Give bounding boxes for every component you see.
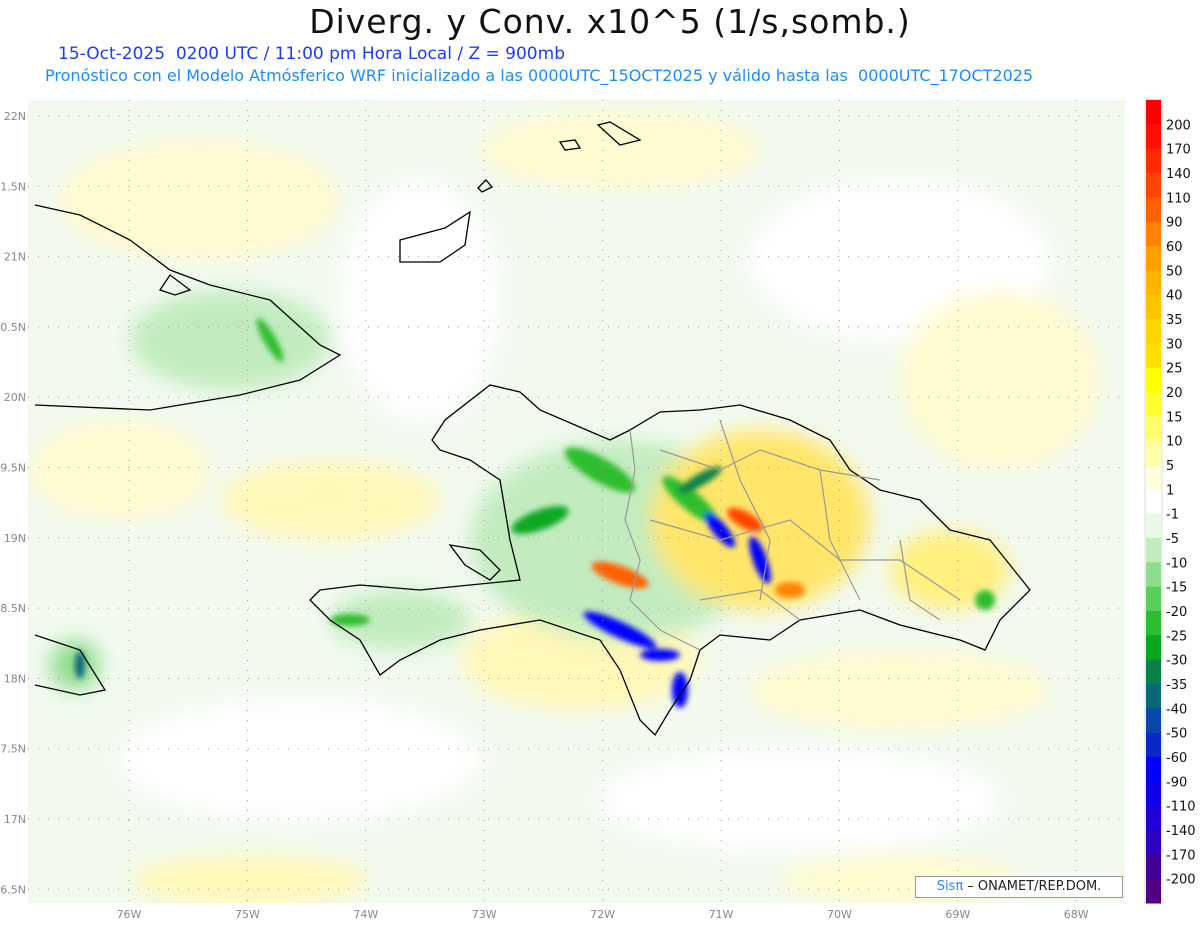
- colorbar-label: -50: [1166, 727, 1187, 742]
- colorbar-label: -20: [1166, 605, 1187, 620]
- colorbar-label: -90: [1166, 775, 1187, 790]
- colorbar-label: 40: [1166, 289, 1183, 304]
- colorbar-bin: [1146, 294, 1161, 320]
- colorbar-bin: [1146, 343, 1161, 369]
- colorbar-bin: [1146, 392, 1161, 417]
- colorbar-bin: [1146, 854, 1161, 880]
- colorbar-bin: [1146, 684, 1161, 709]
- colorbar-label: 60: [1166, 240, 1183, 255]
- colorbar-bin: [1146, 246, 1161, 271]
- colorbar-bin: [1146, 416, 1161, 442]
- credit-box: Sisπ – ONAMET/REP.DOM.: [915, 876, 1123, 898]
- colorbar-bin: [1146, 830, 1161, 855]
- colorbar-label: -40: [1166, 702, 1187, 717]
- colorbar-bin: [1146, 148, 1161, 174]
- colorbar-label: -35: [1166, 678, 1187, 693]
- lat-label: 1.5N: [0, 180, 26, 193]
- colorbar-bin: [1146, 781, 1161, 807]
- colorbar-label: -30: [1166, 654, 1187, 669]
- lon-label: 72W: [590, 908, 615, 921]
- lon-label: 74W: [353, 908, 378, 921]
- colorbar-bin: [1146, 173, 1161, 198]
- lat-label: 20N: [4, 391, 26, 404]
- colorbar-label: -200: [1166, 873, 1196, 888]
- lon-label: 71W: [709, 908, 734, 921]
- colorbar-bin: [1146, 732, 1161, 758]
- colorbar-bin: [1146, 586, 1161, 612]
- colorbar-bin: [1146, 805, 1161, 831]
- colorbar: 200 170 140 110 90 60 50 40 35 30 25 20 15 10 5 1 -1 -5 -1…: [1146, 100, 1196, 904]
- colorbar-bin: [1146, 538, 1161, 563]
- lat-label: 21N: [4, 251, 26, 264]
- lat-label: 9.5N: [0, 462, 26, 475]
- colorbar-bin: [1146, 757, 1161, 782]
- colorbar-label: 20: [1166, 386, 1183, 401]
- colorbar-label: -60: [1166, 751, 1187, 766]
- colorbar-label: 90: [1166, 216, 1183, 231]
- colorbar-bin: [1146, 221, 1161, 247]
- colorbar-bin: [1146, 635, 1161, 661]
- credit-brand: Sisπ: [936, 879, 964, 894]
- colorbar-label: -25: [1166, 629, 1187, 644]
- lon-label: 69W: [945, 908, 970, 921]
- colorbar-bin: [1146, 465, 1161, 490]
- colorbar-bin: [1146, 100, 1161, 125]
- colorbar-label: 30: [1166, 337, 1183, 352]
- divergence-shading: [28, 100, 1125, 903]
- lat-label: 7.5N: [0, 743, 26, 756]
- lat-label: 19N: [4, 532, 26, 545]
- lat-label: 18N: [4, 672, 26, 685]
- colorbar-bin: [1146, 489, 1161, 515]
- map-plot: 22N 1.5N 21N 0.5N 20N 9.5N 19N 8.5N 18N 7.5N 17N 6.…: [0, 99, 1196, 921]
- credit-text: – ONAMET/REP.DOM.: [963, 879, 1102, 894]
- colorbar-label: -140: [1166, 824, 1196, 839]
- lon-label: 75W: [235, 908, 260, 921]
- colorbar-label: 140: [1166, 167, 1191, 182]
- colorbar-bin: [1146, 708, 1161, 734]
- colorbar-label: 110: [1166, 191, 1191, 206]
- colorbar-label: 25: [1166, 362, 1183, 377]
- colorbar-bin: [1146, 124, 1161, 150]
- colorbar-label: 170: [1166, 143, 1191, 158]
- colorbar-label: 1: [1166, 483, 1174, 498]
- lat-label: 6.5N: [0, 883, 26, 896]
- colorbar-bin: [1146, 611, 1161, 636]
- lat-label: 8.5N: [0, 602, 26, 615]
- colorbar-bin: [1146, 270, 1161, 296]
- lon-label: 73W: [472, 908, 497, 921]
- colorbar-label: 10: [1166, 435, 1183, 450]
- colorbar-label: -5: [1166, 532, 1179, 547]
- colorbar-bin: [1146, 562, 1161, 588]
- colorbar-bin: [1146, 513, 1161, 539]
- colorbar-label: 15: [1166, 410, 1183, 425]
- colorbar-bin: [1146, 367, 1161, 393]
- colorbar-bin: [1146, 878, 1161, 904]
- colorbar-bin: [1146, 319, 1161, 344]
- colorbar-label: -10: [1166, 556, 1187, 571]
- colorbar-label: -15: [1166, 581, 1187, 596]
- lon-label: 76W: [117, 908, 142, 921]
- lon-label: 68W: [1064, 908, 1089, 921]
- lat-label: 22N: [4, 110, 26, 123]
- lat-label: 0.5N: [0, 321, 26, 334]
- colorbar-label: -170: [1166, 848, 1196, 863]
- colorbar-label: 5: [1166, 459, 1174, 474]
- lat-label: 17N: [4, 813, 26, 826]
- colorbar-label: -1: [1166, 508, 1179, 523]
- colorbar-bin: [1146, 659, 1161, 685]
- colorbar-label: 35: [1166, 313, 1183, 328]
- colorbar-label: 50: [1166, 264, 1183, 279]
- colorbar-label: -110: [1166, 800, 1196, 815]
- lon-label: 70W: [827, 908, 852, 921]
- colorbar-bin: [1146, 440, 1161, 466]
- colorbar-label: 200: [1166, 118, 1191, 133]
- colorbar-bin: [1146, 197, 1161, 223]
